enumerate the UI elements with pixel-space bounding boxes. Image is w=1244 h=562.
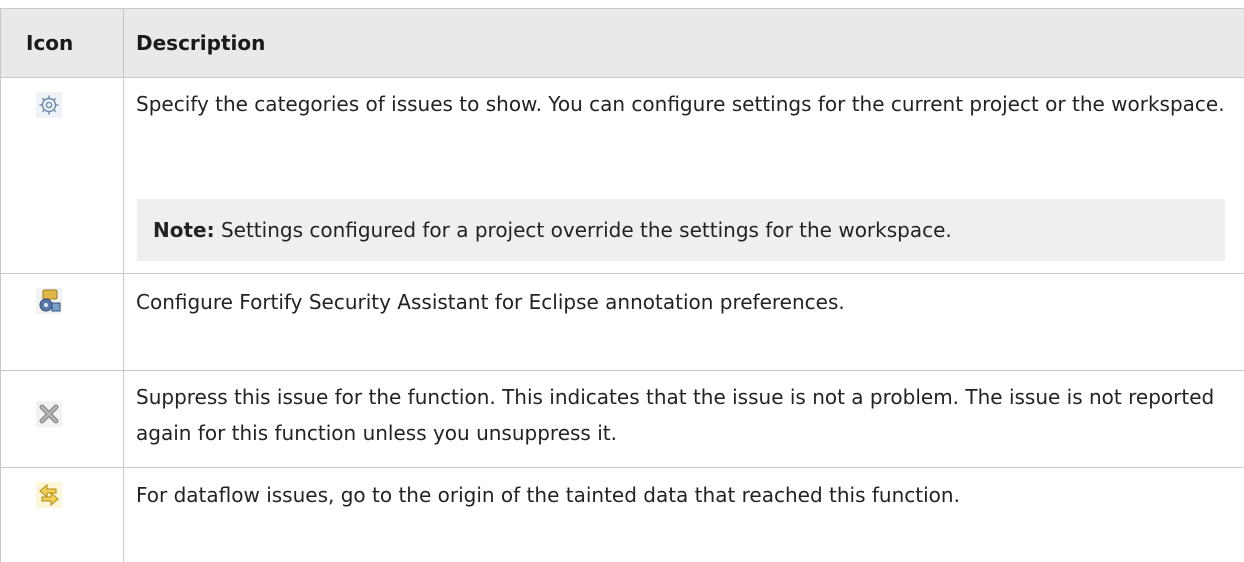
gear-icon: [36, 92, 62, 118]
note-box: Note: Settings configured for a project …: [137, 199, 1225, 261]
table-row: Configure Fortify Security Assistant for…: [0, 274, 1244, 371]
table-row: Specify the categories of issues to show…: [0, 78, 1244, 274]
table-row: Suppress this issue for the function. Th…: [0, 371, 1244, 468]
annotation-preferences-icon: [36, 288, 62, 314]
icon-description-table: Icon Description Specify the categories …: [0, 0, 1244, 562]
header-icon-column: Icon: [26, 31, 74, 55]
row-description: Suppress this issue for the function. Th…: [136, 385, 1215, 445]
row-description: For dataflow issues, go to the origin of…: [136, 483, 960, 507]
go-to-origin-icon: [36, 482, 62, 508]
header-description-column: Description: [136, 31, 266, 55]
note-label: Note:: [153, 218, 215, 242]
row-description: Configure Fortify Security Assistant for…: [136, 290, 845, 314]
table-row: For dataflow issues, go to the origin of…: [0, 468, 1244, 562]
row-description: Specify the categories of issues to show…: [136, 92, 1225, 116]
note-text: Settings configured for a project overri…: [214, 218, 952, 242]
suppress-icon: [36, 401, 62, 427]
